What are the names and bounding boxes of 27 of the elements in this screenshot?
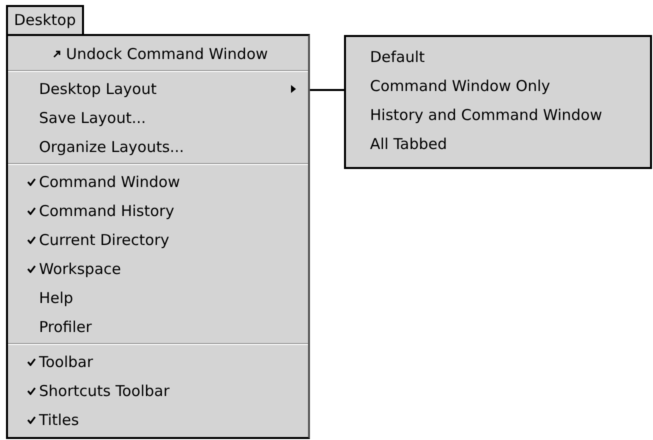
checkmark-icon (27, 358, 36, 366)
menu-item[interactable]: Profiler (8, 312, 308, 341)
checkmark-icon (27, 178, 36, 186)
undock-arrow-icon (53, 50, 61, 58)
menu-item[interactable]: Help (8, 283, 308, 312)
menu-item[interactable]: Command Window Only (370, 72, 650, 101)
menu-item[interactable]: Workspace (8, 254, 308, 283)
checkmark-icon (27, 264, 36, 272)
checkmark-icon (27, 386, 36, 394)
menu-item[interactable]: Default (370, 43, 650, 72)
checkmark-icon (27, 206, 36, 214)
menu-item[interactable]: Organize Layouts... (8, 132, 308, 161)
submenu-arrow-icon (291, 84, 296, 92)
menu-item[interactable]: Toolbar (8, 347, 308, 376)
menu-item[interactable]: Save Layout... (8, 103, 308, 132)
menu-item[interactable]: Command Window (8, 167, 308, 196)
checkmark-icon (27, 236, 36, 244)
menu-item[interactable]: All Tabbed (370, 130, 650, 159)
menu-item[interactable]: Titles (8, 405, 308, 434)
checkmark-icon (27, 416, 36, 424)
menu-item[interactable]: Shortcuts Toolbar (8, 376, 308, 405)
menu-item[interactable]: Current Directory (8, 225, 308, 254)
menu-title[interactable]: Desktop (6, 5, 84, 34)
menu-item[interactable]: Undock Command Window (8, 39, 308, 68)
menu-item[interactable]: Command History (8, 196, 308, 225)
menu-item[interactable]: Desktop Layout (8, 74, 308, 103)
menu-item[interactable]: History and Command Window (370, 101, 650, 130)
